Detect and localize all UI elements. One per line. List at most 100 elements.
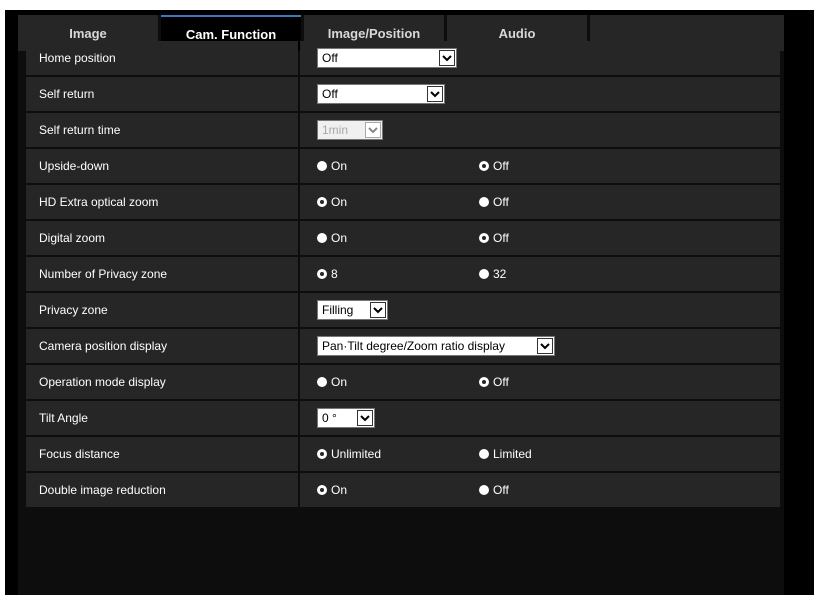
double-image-off-radio[interactable]: Off [479, 473, 509, 507]
self-return-cell: Off [300, 77, 780, 111]
radio-label: On [331, 159, 348, 173]
radio-label: Off [493, 159, 509, 173]
radio-icon [479, 485, 489, 495]
radio-selected-icon [317, 449, 327, 459]
double-image-reduction-cell: On Off [300, 473, 780, 507]
chevron-down-icon [439, 50, 455, 66]
radio-label: Off [493, 375, 509, 389]
settings-table: Home position Off Self return Off Self r… [26, 41, 780, 509]
radio-icon [479, 269, 489, 279]
upside-down-off-radio[interactable]: Off [479, 149, 509, 183]
camera-position-display-value: Pan·Tilt degree/Zoom ratio display [322, 339, 505, 353]
tilt-angle-cell: 0 ° [300, 401, 780, 435]
row-privacy-zone: Privacy zone Filling [26, 293, 780, 327]
radio-icon [317, 233, 327, 243]
operation-mode-off-radio[interactable]: Off [479, 365, 509, 399]
home-position-cell: Off [300, 41, 780, 75]
radio-label: Off [493, 195, 509, 209]
row-upside-down: Upside-down On Off [26, 149, 780, 183]
row-self-return: Self return Off [26, 77, 780, 111]
privacy-zone-select[interactable]: Filling [317, 300, 388, 320]
camera-position-display-label: Camera position display [26, 329, 298, 363]
radio-label: Unlimited [331, 447, 382, 461]
radio-label: 8 [331, 267, 338, 281]
self-return-time-value: 1min [322, 123, 349, 137]
operation-mode-on-radio[interactable]: On [317, 365, 347, 399]
home-position-select[interactable]: Off [317, 48, 457, 68]
hd-extra-zoom-cell: On Off [300, 185, 780, 219]
hd-extra-zoom-on-radio[interactable]: On [317, 185, 347, 219]
settings-frame: Image Cam. Function Image/Position Audio… [5, 10, 814, 595]
double-image-reduction-label: Double image reduction [26, 473, 298, 507]
focus-limited-radio[interactable]: Limited [479, 437, 532, 471]
radio-selected-icon [479, 377, 489, 387]
radio-icon [317, 161, 327, 171]
camera-position-display-select[interactable]: Pan·Tilt degree/Zoom ratio display [317, 336, 555, 356]
operation-mode-display-label: Operation mode display [26, 365, 298, 399]
privacy-zone-count-label: Number of Privacy zone [26, 257, 298, 291]
focus-unlimited-radio[interactable]: Unlimited [317, 437, 381, 471]
radio-label: 32 [493, 267, 507, 281]
self-return-select[interactable]: Off [317, 84, 445, 104]
radio-label: Limited [493, 447, 532, 461]
radio-icon [479, 449, 489, 459]
chevron-down-icon [365, 122, 381, 138]
double-image-on-radio[interactable]: On [317, 473, 347, 507]
privacy-zone-32-radio[interactable]: 32 [479, 257, 506, 291]
chevron-down-icon [357, 410, 373, 426]
hd-extra-zoom-off-radio[interactable]: Off [479, 185, 509, 219]
privacy-zone-value: Filling [322, 303, 354, 317]
upside-down-cell: On Off [300, 149, 780, 183]
tilt-angle-select[interactable]: 0 ° [317, 408, 375, 428]
radio-label: Off [493, 231, 509, 245]
tilt-angle-label: Tilt Angle [26, 401, 298, 435]
radio-selected-icon [317, 197, 327, 207]
row-self-return-time: Self return time 1min [26, 113, 780, 147]
upside-down-on-radio[interactable]: On [317, 149, 347, 183]
digital-zoom-label: Digital zoom [26, 221, 298, 255]
home-position-label: Home position [26, 41, 298, 75]
tilt-angle-value: 0 ° [322, 411, 337, 425]
row-double-image-reduction: Double image reduction On Off [26, 473, 780, 507]
focus-distance-label: Focus distance [26, 437, 298, 471]
radio-icon [317, 377, 327, 387]
digital-zoom-on-radio[interactable]: On [317, 221, 347, 255]
radio-label: On [331, 195, 348, 209]
self-return-label: Self return [26, 77, 298, 111]
camera-position-display-cell: Pan·Tilt degree/Zoom ratio display [300, 329, 780, 363]
privacy-zone-8-radio[interactable]: 8 [317, 257, 338, 291]
row-focus-distance: Focus distance Unlimited Limited [26, 437, 780, 471]
privacy-zone-cell: Filling [300, 293, 780, 327]
hd-extra-zoom-label: HD Extra optical zoom [26, 185, 298, 219]
privacy-zone-count-cell: 8 32 [300, 257, 780, 291]
row-hd-extra-zoom: HD Extra optical zoom On Off [26, 185, 780, 219]
radio-label: On [331, 375, 348, 389]
privacy-zone-label: Privacy zone [26, 293, 298, 327]
radio-label: On [331, 483, 348, 497]
radio-label: Off [493, 483, 509, 497]
radio-selected-icon [479, 161, 489, 171]
digital-zoom-off-radio[interactable]: Off [479, 221, 509, 255]
self-return-time-cell: 1min [300, 113, 780, 147]
radio-icon [479, 197, 489, 207]
radio-selected-icon [317, 485, 327, 495]
self-return-time-label: Self return time [26, 113, 298, 147]
radio-selected-icon [479, 233, 489, 243]
upside-down-label: Upside-down [26, 149, 298, 183]
row-operation-mode-display: Operation mode display On Off [26, 365, 780, 399]
row-privacy-zone-count: Number of Privacy zone 8 32 [26, 257, 780, 291]
chevron-down-icon [427, 86, 443, 102]
radio-selected-icon [317, 269, 327, 279]
self-return-time-select[interactable]: 1min [317, 120, 383, 140]
self-return-value: Off [322, 87, 338, 101]
chevron-down-icon [537, 338, 553, 354]
chevron-down-icon [370, 302, 386, 318]
operation-mode-display-cell: On Off [300, 365, 780, 399]
row-camera-position-display: Camera position display Pan·Tilt degree/… [26, 329, 780, 363]
row-tilt-angle: Tilt Angle 0 ° [26, 401, 780, 435]
row-home-position: Home position Off [26, 41, 780, 75]
row-digital-zoom: Digital zoom On Off [26, 221, 780, 255]
focus-distance-cell: Unlimited Limited [300, 437, 780, 471]
digital-zoom-cell: On Off [300, 221, 780, 255]
radio-label: On [331, 231, 348, 245]
